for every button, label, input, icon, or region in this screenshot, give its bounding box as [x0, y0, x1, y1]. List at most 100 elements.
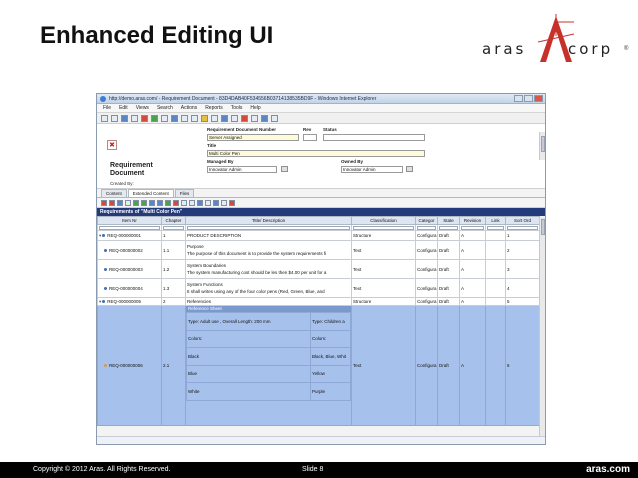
minimize-button[interactable]	[514, 95, 523, 102]
link-icon[interactable]	[221, 199, 227, 206]
sheet-cell[interactable]: Colors:	[186, 329, 311, 348]
help-icon[interactable]	[271, 114, 278, 122]
sheet-cell[interactable]: Black	[186, 347, 311, 366]
table-row[interactable]: REQ-000000002 1.1 Purpose The purpose of …	[97, 240, 540, 260]
filter-input[interactable]	[461, 225, 484, 230]
table-row[interactable]: ▾ REQ-000000005 2 Referencies Structure C…	[97, 297, 540, 306]
filter-input[interactable]	[439, 225, 458, 230]
view-icon[interactable]	[165, 199, 171, 206]
collapse-arrow-icon[interactable]: ▾	[99, 233, 101, 238]
menu-tools[interactable]: Tools	[231, 105, 243, 111]
sheet-cell[interactable]: Black, Blue, Whit	[310, 347, 351, 366]
add-row-icon[interactable]	[101, 199, 107, 206]
open-icon[interactable]	[111, 114, 118, 122]
col-link[interactable]: Link	[485, 216, 506, 225]
move-down-icon[interactable]	[157, 199, 163, 206]
copy-icon[interactable]	[221, 114, 228, 122]
filter-input[interactable]	[487, 225, 504, 230]
status-field[interactable]	[323, 134, 425, 141]
menu-help[interactable]: Help	[250, 105, 260, 111]
promote-icon[interactable]	[211, 114, 218, 122]
form-scrollbar[interactable]	[539, 132, 545, 160]
table-row[interactable]: REQ-000000004 1.3 System Functions It sh…	[97, 278, 540, 298]
filter-icon[interactable]	[189, 199, 195, 206]
col-sort-order[interactable]: Sort Ord	[505, 216, 540, 225]
lock-icon[interactable]	[191, 114, 198, 122]
unlock-icon[interactable]	[201, 114, 208, 122]
managed-by-picker-icon[interactable]	[281, 166, 288, 172]
logo-text-corp: corp	[568, 40, 614, 58]
table-row[interactable]: ▾ REQ-000000001 1 PRODUCT DESCRIPTION Str…	[97, 230, 540, 241]
filter-input[interactable]	[353, 225, 414, 230]
indent-icon[interactable]	[133, 199, 139, 206]
owned-by-field[interactable]: Innovator Admin	[341, 166, 403, 173]
col-category[interactable]: Categor	[415, 216, 438, 225]
col-classification[interactable]: Classification	[351, 216, 416, 225]
close-button[interactable]	[534, 95, 543, 102]
cell-link	[485, 230, 506, 241]
col-chapter[interactable]: Chapter	[161, 216, 186, 225]
new-icon[interactable]	[101, 114, 108, 122]
email-icon[interactable]	[251, 114, 258, 122]
table-icon[interactable]	[197, 199, 203, 206]
move-up-icon[interactable]	[149, 199, 155, 206]
delete-icon[interactable]	[141, 114, 148, 122]
form-scroll-thumb[interactable]	[541, 136, 545, 152]
grid-scrollbar[interactable]	[539, 217, 545, 437]
sheet-cell[interactable]: Blue	[186, 364, 311, 383]
refresh-icon[interactable]	[231, 114, 238, 122]
filter-input[interactable]	[99, 225, 160, 230]
title-field[interactable]: Multi Color Pen	[207, 150, 425, 157]
properties-icon[interactable]	[213, 199, 219, 206]
tab-extended-content[interactable]: Extended Content	[127, 189, 174, 197]
grid-scroll-thumb[interactable]	[541, 219, 545, 235]
maximize-button[interactable]	[524, 95, 533, 102]
owned-by-picker-icon[interactable]	[406, 166, 413, 172]
col-item-nr[interactable]: Item Nr	[97, 216, 162, 225]
outdent-icon[interactable]	[141, 199, 147, 206]
undo-icon[interactable]	[181, 114, 188, 122]
save-close-icon[interactable]	[131, 114, 138, 122]
edit-row-icon[interactable]	[117, 199, 123, 206]
sheet-cell[interactable]: White	[186, 382, 311, 401]
sheet-cell[interactable]: Yellow	[310, 364, 351, 383]
col-state[interactable]: State	[437, 216, 460, 225]
tab-files[interactable]: Files	[174, 189, 195, 197]
col-revision[interactable]: Revision	[459, 216, 486, 225]
export-pdf-icon[interactable]	[173, 199, 179, 206]
menu-file[interactable]: File	[103, 105, 111, 111]
menu-edit[interactable]: Edit	[119, 105, 128, 111]
pick-item-icon[interactable]	[125, 199, 131, 206]
doc-number-field[interactable]: Server Assigned	[207, 134, 299, 141]
rev-field[interactable]	[303, 134, 317, 141]
col-title-description[interactable]: Title/ Description	[185, 216, 352, 225]
print-icon[interactable]	[161, 114, 168, 122]
managed-by-field[interactable]: Innovator Admin	[207, 166, 277, 173]
reference-sheet-cell[interactable]: Reference Sheet Type: Adult use , Overal…	[185, 305, 352, 426]
remove-row-icon[interactable]	[109, 199, 115, 206]
filter-input[interactable]	[163, 225, 184, 230]
collapse-arrow-icon[interactable]: ▾	[99, 299, 101, 304]
menu-views[interactable]: Views	[136, 105, 149, 111]
workflow-icon[interactable]	[261, 114, 268, 122]
clear-icon[interactable]	[229, 199, 235, 206]
export-icon[interactable]	[171, 114, 178, 122]
format-icon[interactable]	[205, 199, 211, 206]
sheet-cell[interactable]: Type: Children a	[310, 312, 351, 331]
edit-icon[interactable]	[151, 114, 158, 122]
sheet-cell[interactable]: Colors:	[310, 329, 351, 348]
filter-input[interactable]	[417, 225, 436, 230]
sheet-cell[interactable]: Type: Adult use , Overall Length: 200 mm	[186, 312, 311, 331]
table-row-selected[interactable]: REQ-000000006 2.1 Reference Sheet Type: …	[97, 305, 540, 426]
menu-search[interactable]: Search	[157, 105, 173, 111]
menu-actions[interactable]: Actions	[181, 105, 197, 111]
table-row[interactable]: REQ-000000003 1.2 System Boundaries The s…	[97, 259, 540, 279]
sheet-cell[interactable]: Purple	[310, 382, 351, 401]
menu-reports[interactable]: Reports	[205, 105, 223, 111]
filter-input[interactable]	[187, 225, 350, 230]
tab-content[interactable]: Content	[101, 189, 127, 197]
save-icon[interactable]	[121, 114, 128, 122]
stop-icon[interactable]	[241, 114, 248, 122]
pin-icon[interactable]	[181, 199, 187, 206]
filter-input[interactable]	[507, 225, 538, 230]
